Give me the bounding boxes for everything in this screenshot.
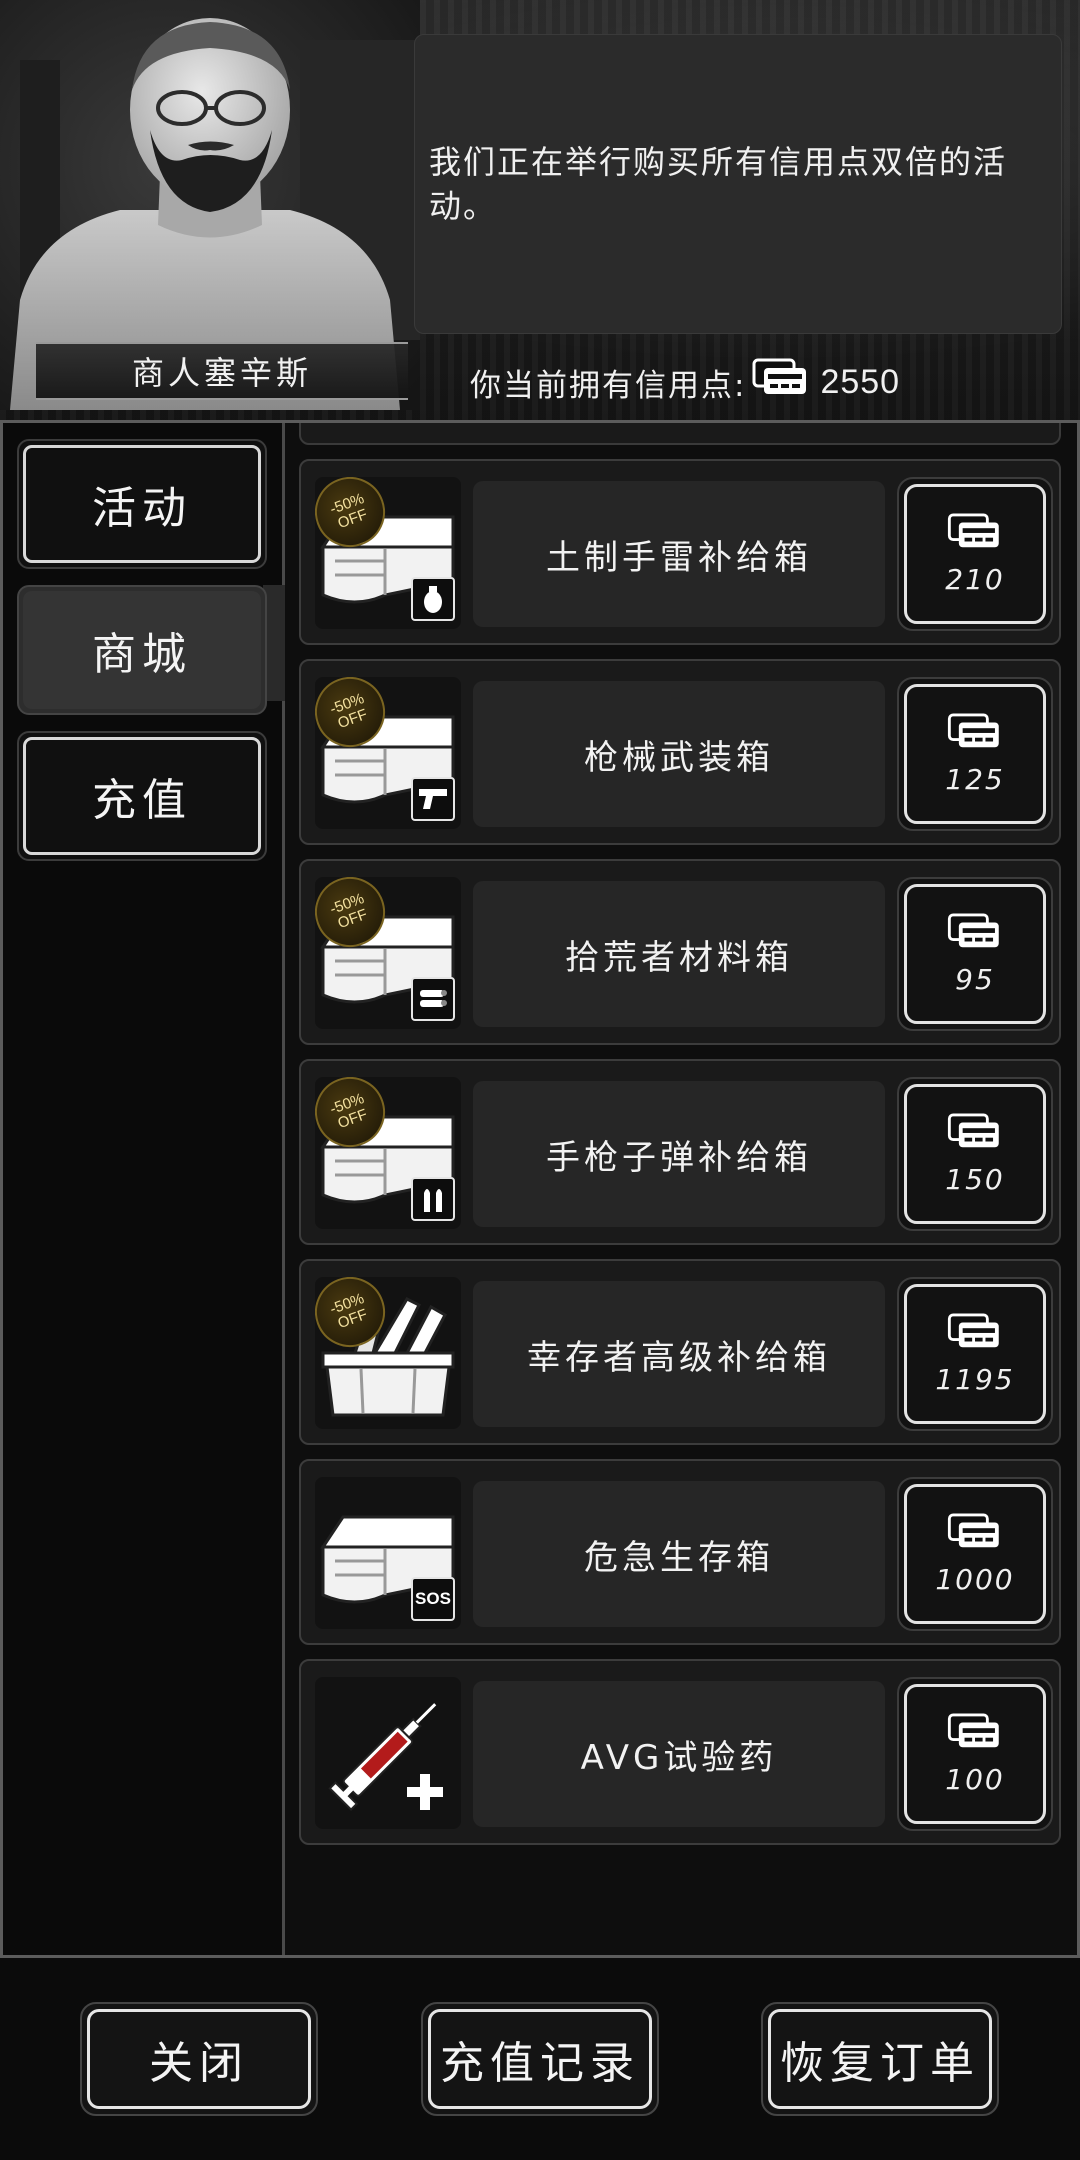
crate-pistol-icon: -50% OFF — [315, 677, 461, 829]
item-name: 幸存者高级补给箱 — [473, 1281, 885, 1427]
syringe-icon — [315, 1677, 461, 1829]
close-button[interactable]: 关闭 — [80, 2002, 318, 2116]
item-name: AVG试验药 — [473, 1681, 885, 1827]
buy-button[interactable]: 1000 — [897, 1477, 1053, 1631]
item-price: 1000 — [935, 1562, 1015, 1596]
credit-card-icon — [947, 1112, 1003, 1155]
item-price: 210 — [945, 562, 1005, 596]
buy-button[interactable]: 1195 — [897, 1277, 1053, 1431]
credit-card-icon — [947, 1312, 1003, 1355]
tab-activities-label: 活动 — [23, 445, 261, 563]
buy-button[interactable]: 125 — [897, 677, 1053, 831]
crate-grenade-icon: -50% OFF — [315, 477, 461, 629]
item-name: 枪械武装箱 — [473, 681, 885, 827]
tab-activities[interactable]: 活动 — [17, 439, 267, 569]
dialog-text: 我们正在举行购买所有信用点双倍的活动。 — [429, 143, 1008, 225]
credits-value: 2550 — [820, 362, 901, 401]
item-name: 土制手雷补给箱 — [473, 481, 885, 627]
recharge-history-label: 充值记录 — [428, 2009, 652, 2109]
crate-tools-icon: -50% OFF — [315, 1277, 461, 1429]
list-item: -50% OFF 幸存者高级补给箱 1195 — [299, 1259, 1061, 1445]
restore-orders-label: 恢复订单 — [768, 2009, 992, 2109]
item-price: 125 — [945, 762, 1005, 796]
buy-button[interactable]: 100 — [897, 1677, 1053, 1831]
footer-bar: 关闭 充值记录 恢复订单 — [0, 1958, 1080, 2160]
credit-card-icon — [947, 1512, 1003, 1555]
item-list[interactable]: -50% OFF 土制手雷补给箱 210 -50% OFF 枪械武装箱 125 … — [293, 423, 1073, 1955]
tab-recharge-label: 充值 — [23, 737, 261, 855]
credit-card-icon — [752, 358, 810, 406]
bullets-icon — [411, 1177, 455, 1221]
credit-card-icon — [947, 912, 1003, 955]
recharge-history-button[interactable]: 充值记录 — [421, 2002, 659, 2116]
close-button-label: 关闭 — [87, 2009, 311, 2109]
credits-label: 你当前拥有信用点: — [470, 367, 747, 404]
list-item: -50% OFF 拾荒者材料箱 95 — [299, 859, 1061, 1045]
item-name: 手枪子弹补给箱 — [473, 1081, 885, 1227]
tab-store[interactable]: 商城 — [17, 585, 267, 715]
list-item-partial — [299, 423, 1061, 445]
shop-panel: 活动 商城 充值 -50% OFF 土制手雷补给箱 210 -50% OFF 枪… — [0, 420, 1080, 1958]
dialog-box: 我们正在举行购买所有信用点双倍的活动。 — [414, 34, 1062, 334]
tab-recharge[interactable]: 充值 — [17, 731, 267, 861]
item-price: 1195 — [935, 1362, 1015, 1396]
list-item: SOS 危急生存箱 1000 — [299, 1459, 1061, 1645]
materials-icon — [411, 977, 455, 1021]
crate-materials-icon: -50% OFF — [315, 877, 461, 1029]
item-price: 150 — [945, 1162, 1005, 1196]
crate-sos-icon: SOS — [315, 1477, 461, 1629]
grenade-icon — [411, 577, 455, 621]
item-name: 危急生存箱 — [473, 1481, 885, 1627]
list-item: -50% OFF 枪械武装箱 125 — [299, 659, 1061, 845]
credits-display: 你当前拥有信用点: 2550 — [470, 352, 900, 412]
crate-ammo-icon: -50% OFF — [315, 1077, 461, 1229]
merchant-header: 商人塞辛斯 我们正在举行购买所有信用点双倍的活动。 你当前拥有信用点: 2550 — [0, 0, 1080, 420]
restore-orders-button[interactable]: 恢复订单 — [761, 2002, 999, 2116]
item-name: 拾荒者材料箱 — [473, 881, 885, 1027]
pistol-icon — [411, 777, 455, 821]
credit-card-icon — [947, 512, 1003, 555]
merchant-name-label: 商人塞辛斯 — [36, 342, 408, 400]
item-price: 95 — [955, 962, 995, 996]
credit-card-icon — [947, 712, 1003, 755]
shop-sidebar: 活动 商城 充值 — [3, 423, 285, 1955]
buy-button[interactable]: 95 — [897, 877, 1053, 1031]
sos-label: SOS — [411, 1577, 455, 1621]
tab-store-label: 商城 — [23, 591, 261, 709]
item-price: 100 — [945, 1762, 1005, 1796]
buy-button[interactable]: 150 — [897, 1077, 1053, 1231]
buy-button[interactable]: 210 — [897, 477, 1053, 631]
credit-card-icon — [947, 1712, 1003, 1755]
list-item: -50% OFF 手枪子弹补给箱 150 — [299, 1059, 1061, 1245]
list-item: AVG试验药 100 — [299, 1659, 1061, 1845]
list-item: -50% OFF 土制手雷补给箱 210 — [299, 459, 1061, 645]
